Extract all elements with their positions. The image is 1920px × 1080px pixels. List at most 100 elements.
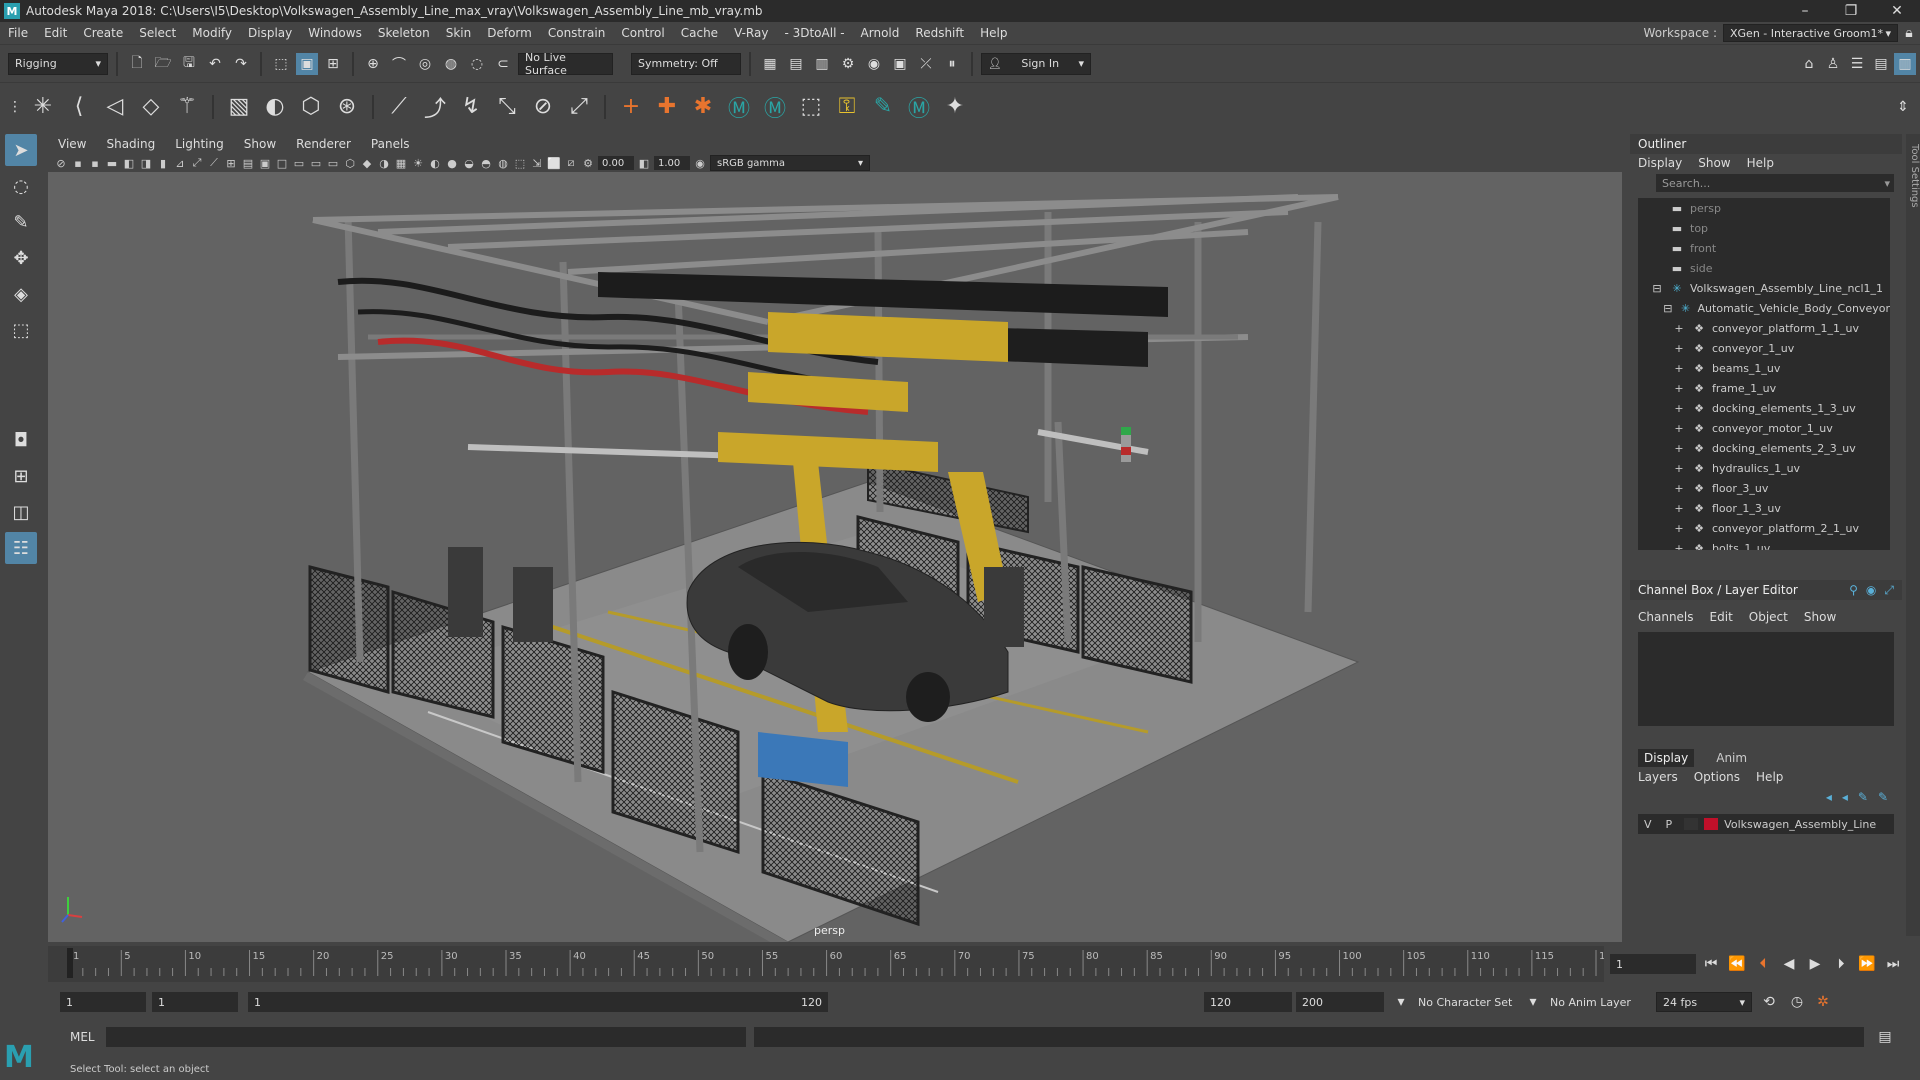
viewport-menu-panels[interactable]: Panels: [361, 137, 420, 151]
wireframe-on-shaded-icon[interactable]: ⬡: [343, 156, 357, 170]
anti-aliasing-icon[interactable]: ●: [445, 156, 459, 170]
shadows-icon[interactable]: ▦: [394, 156, 408, 170]
select-tool-icon[interactable]: ➤: [5, 134, 37, 166]
isolate-select-icon[interactable]: ◓: [479, 156, 493, 170]
outliner-item-mesh[interactable]: + ❖ conveyor_platform_1_1_uv: [1638, 318, 1890, 338]
sort-icon[interactable]: ⚲: [1849, 583, 1858, 598]
locator-icon[interactable]: +: [616, 92, 646, 122]
channel-box-menu-edit[interactable]: Edit: [1710, 610, 1733, 624]
viewport-menu-renderer[interactable]: Renderer: [286, 137, 361, 151]
settings-icon[interactable]: ◉: [1866, 583, 1876, 598]
channel-box-menu-show[interactable]: Show: [1804, 610, 1836, 624]
maximize-button[interactable]: ❐: [1828, 0, 1874, 22]
outliner-item-mesh[interactable]: + ❖ beams_1_uv: [1638, 358, 1890, 378]
channel-list[interactable]: [1638, 632, 1894, 726]
menu-arnold[interactable]: Arnold: [853, 26, 908, 40]
save-scene-icon[interactable]: 🖫: [178, 53, 200, 75]
exposure-field[interactable]: 0.00: [598, 156, 634, 170]
expand-icon[interactable]: +: [1672, 362, 1686, 375]
collapse-icon[interactable]: ⊟: [1662, 302, 1674, 315]
grid-icon[interactable]: ⊞: [224, 156, 238, 170]
render-frame-icon[interactable]: ▦: [759, 53, 781, 75]
outliner-menu-display[interactable]: Display: [1638, 156, 1682, 170]
render-settings-icon[interactable]: ⚙: [837, 53, 859, 75]
modeling-toolkit-icon[interactable]: ⌂: [1798, 53, 1820, 75]
viewport-persp[interactable]: persp: [48, 172, 1622, 942]
point-constraint-icon[interactable]: ⤴: [420, 92, 450, 122]
menu-select[interactable]: Select: [131, 26, 184, 40]
minimize-button[interactable]: –: [1782, 0, 1828, 22]
outliner-item-mesh[interactable]: + ❖ frame_1_uv: [1638, 378, 1890, 398]
chevron-down-icon[interactable]: ▾: [1390, 991, 1412, 1013]
xray-joints-icon[interactable]: ▭: [309, 156, 323, 170]
outliner-item-mesh[interactable]: + ❖ docking_elements_2_3_uv: [1638, 438, 1890, 458]
character-set-dropdown[interactable]: No Character Set: [1412, 992, 1522, 1012]
menu-control[interactable]: Control: [613, 26, 672, 40]
ik-spline-icon[interactable]: ◁: [100, 92, 130, 122]
gamma-field[interactable]: 1.00: [654, 156, 690, 170]
outliner-layout-icon[interactable]: ☷: [5, 532, 37, 564]
expand-icon[interactable]: +: [1672, 482, 1686, 495]
select-object-icon[interactable]: ▣: [296, 52, 318, 75]
playback-end-field[interactable]: 120: [1204, 992, 1292, 1012]
layer-menu-help[interactable]: Help: [1756, 770, 1783, 784]
gamma-icon[interactable]: ◧: [637, 156, 651, 170]
undo-icon[interactable]: ↶: [204, 53, 226, 75]
ik-handle-icon[interactable]: ⟨: [64, 92, 94, 122]
hypershade-icon[interactable]: ◉: [863, 53, 885, 75]
exposure-icon[interactable]: ⚙: [581, 156, 595, 170]
outliner-search-input[interactable]: Search... ▾: [1656, 174, 1894, 192]
viewport-menu-show[interactable]: Show: [234, 137, 286, 151]
menu-create[interactable]: Create: [75, 26, 131, 40]
select-camera-icon[interactable]: ⬚: [513, 156, 527, 170]
menu-skeleton[interactable]: Skeleton: [370, 26, 438, 40]
channel-box-icon[interactable]: ▥: [1894, 52, 1916, 75]
range-slider[interactable]: 1 120: [248, 992, 828, 1012]
vray-render-icon[interactable]: ⤫: [915, 53, 937, 75]
lattice-icon[interactable]: ▧: [224, 92, 254, 122]
expand-icon[interactable]: +: [1672, 322, 1686, 335]
layer-menu-options[interactable]: Options: [1694, 770, 1740, 784]
expand-icon[interactable]: +: [1672, 542, 1686, 551]
character-set-icon[interactable]: Ⓜ: [724, 92, 754, 122]
motion-blur-icon[interactable]: ◐: [428, 156, 442, 170]
script-editor-icon[interactable]: ▤: [1874, 1026, 1896, 1048]
vray-frame-buffer-icon[interactable]: ▣: [889, 53, 911, 75]
fps-dropdown[interactable]: 24 fps ▾: [1656, 992, 1752, 1012]
expand-icon[interactable]: +: [1672, 342, 1686, 355]
wireframe-icon[interactable]: ▤: [241, 156, 255, 170]
film-gate-icon[interactable]: ◧: [122, 156, 136, 170]
pin-tool-icon[interactable]: ✦: [940, 92, 970, 122]
layer-menu-layers[interactable]: Layers: [1638, 770, 1678, 784]
cluster-icon[interactable]: ◐: [260, 92, 290, 122]
xray-active-icon[interactable]: ▭: [326, 156, 340, 170]
smooth-shade-icon[interactable]: ▣: [258, 156, 272, 170]
subcharacter-icon[interactable]: Ⓜ: [760, 92, 790, 122]
sign-in-dropdown[interactable]: 👤︎ Sign In ▾: [981, 52, 1091, 75]
menu-vray[interactable]: V-Ray: [726, 26, 776, 40]
new-scene-icon[interactable]: 🗋: [126, 53, 148, 75]
set-key-icon[interactable]: ⚿: [832, 92, 862, 122]
textured-icon[interactable]: ◆: [360, 156, 374, 170]
layer-display-type[interactable]: [1684, 818, 1699, 830]
outliner-item-mesh[interactable]: + ❖ hydraulics_1_uv: [1638, 458, 1890, 478]
expand-icon[interactable]: +: [1672, 502, 1686, 515]
use-all-lights-icon[interactable]: ◑: [377, 156, 391, 170]
new-layer-icon[interactable]: ✎: [1858, 790, 1868, 804]
menu-edit[interactable]: Edit: [36, 26, 75, 40]
move-layer-down-icon[interactable]: ◂: [1842, 790, 1848, 804]
outliner-item-side[interactable]: ▬ side: [1638, 258, 1890, 278]
menu-windows[interactable]: Windows: [300, 26, 370, 40]
parent-constraint-icon[interactable]: ⟋: [384, 92, 414, 122]
blend-shape-icon[interactable]: ⊛: [332, 92, 362, 122]
orient-constraint-icon[interactable]: ↯: [456, 92, 486, 122]
outliner-item-mesh[interactable]: + ❖ conveyor_1_uv: [1638, 338, 1890, 358]
select-component-icon[interactable]: ⊞: [322, 53, 344, 75]
xray-mode-icon[interactable]: ◍: [496, 156, 510, 170]
human-ik-icon[interactable]: ✱: [688, 92, 718, 122]
outliner-menu-help[interactable]: Help: [1747, 156, 1774, 170]
end-time-field[interactable]: 200: [1296, 992, 1384, 1012]
quick-rig-icon[interactable]: Ⓜ: [904, 92, 934, 122]
resolution-gate-icon[interactable]: ◨: [139, 156, 153, 170]
scale-constraint-icon[interactable]: ⤡: [492, 92, 522, 122]
